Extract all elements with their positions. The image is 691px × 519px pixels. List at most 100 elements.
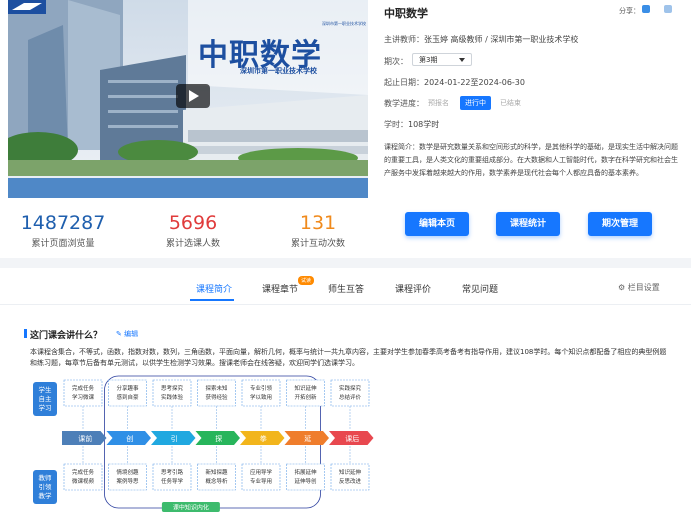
- tab-intro[interactable]: 课程简介: [196, 282, 232, 295]
- stage-label-1: 创: [126, 434, 133, 443]
- top-step-box-text: 实践体验: [161, 393, 184, 401]
- stage-label-6: 课后: [345, 434, 359, 443]
- student-label-text: 自主: [39, 394, 53, 403]
- term-select[interactable]: 第3期: [412, 53, 472, 66]
- top-step-box-text: 分享趣事: [116, 384, 139, 392]
- bottom-step-box: [63, 463, 103, 491]
- tab-faq[interactable]: 常见问题: [462, 282, 498, 295]
- top-step-box-text: 获得经验: [205, 393, 228, 401]
- term-manage-button[interactable]: 期次管理: [588, 212, 652, 236]
- stat-enrollments: 5696 累计选课人数: [153, 212, 233, 249]
- stage-label-3: 探: [215, 434, 222, 443]
- bottom-step-box-text: 拓展延伸: [294, 468, 317, 476]
- teacher-label-text: 教学: [39, 491, 53, 500]
- desc-key: 课程简介：: [384, 143, 419, 151]
- top-step-box-text: 专业引领: [250, 384, 273, 392]
- stat-page-views: 1487287 累计页面浏览量: [18, 212, 108, 249]
- teacher-row: 主讲教师：张玉婷 高级教师 / 深圳市第一职业技术学校: [384, 34, 578, 45]
- bottom-step-box: [197, 463, 236, 491]
- core-label-text: 课中知识内化: [173, 504, 209, 512]
- progress-in-progress: 进行中: [460, 96, 491, 110]
- bottom-step-box: [108, 463, 147, 491]
- top-step-box-text: 思考探究: [161, 384, 184, 392]
- teacher-label-text: 教师: [39, 473, 53, 482]
- column-settings-button[interactable]: ⚙ 栏目设置: [618, 282, 660, 293]
- tab-reviews[interactable]: 课程评价: [395, 282, 431, 295]
- share-weibo-icon[interactable]: [664, 5, 672, 13]
- stat-label: 累计页面浏览量: [31, 239, 95, 249]
- progress-ended: 已结束: [500, 99, 521, 107]
- stage-label-5: 延: [304, 434, 311, 443]
- share-qq-icon[interactable]: [642, 5, 650, 13]
- top-step-box-text: 知识延伸: [294, 384, 317, 392]
- teacher-value: 张玉婷 高级教师 / 深圳市第一职业技术学校: [424, 35, 579, 44]
- bottom-step-box: [152, 463, 192, 491]
- progress-key: 教学进度：: [384, 99, 424, 108]
- date-row: 起止日期：2024-01-22至2024-06-30: [384, 77, 525, 88]
- top-step-box: [286, 379, 325, 407]
- edit-icon: ✎: [116, 330, 125, 338]
- student-label-text: 学生: [39, 385, 53, 394]
- hours-key: 学时：: [384, 120, 408, 129]
- top-step-box: [108, 379, 147, 407]
- course-cover[interactable]: 中职数学 深圳市第一职业技术学校 深圳市第一职业技术学校: [8, 0, 368, 198]
- top-step-box: [330, 379, 370, 407]
- tab-chapters[interactable]: 课程章节: [262, 282, 298, 295]
- play-video-button[interactable]: [176, 84, 210, 108]
- bottom-step-box: [286, 463, 325, 491]
- share-label: 分享：: [619, 7, 640, 15]
- top-step-box: [63, 379, 103, 407]
- term-key: 期次：: [384, 57, 408, 66]
- course-title: 中职数学: [384, 7, 428, 20]
- section-title: 这门课会讲什么？: [23, 328, 102, 341]
- course-stats-button[interactable]: 课程统计: [496, 212, 560, 236]
- stat-value: 5696: [168, 212, 218, 234]
- teaching-flow-diagram: 学生自主学习教师引领教学完成任务学习微课分享趣事感到自豪思考探究实践体验探索未知…: [33, 375, 374, 512]
- desc-value: 数学是研究数量关系和空间形式的科学，是其他科学的基础，是现实生活中解决问题的重要…: [384, 143, 678, 177]
- bottom-step-box-text: 应用导学: [250, 468, 273, 476]
- trial-badge: 试读: [298, 276, 315, 285]
- hours-value: 108学时: [408, 120, 440, 129]
- top-step-box-text: 开拓创新: [294, 393, 317, 401]
- stat-value: 131: [299, 212, 337, 234]
- tab-qa[interactable]: 师生互答: [328, 282, 364, 295]
- gear-icon: ⚙: [618, 283, 628, 292]
- course-description: 课程简介：数学是研究数量关系和空间形式的科学，是其他科学的基础，是现实生活中解决…: [384, 141, 684, 180]
- cover-logo-text: 深圳市第一职业技术学校: [322, 21, 366, 26]
- stage-label-0: 课前: [78, 434, 92, 443]
- teacher-label-text: 引领: [39, 482, 53, 491]
- bottom-step-box: [330, 463, 370, 491]
- section-intro: 本课程含集合，不等式，函数，指数对数，数列，三角函数，平面向量，解析几何，概率与…: [30, 348, 667, 367]
- top-step-box: [197, 379, 236, 407]
- progress-pre-enroll: 预报名: [428, 99, 449, 107]
- bottom-step-box-text: 案例导思: [116, 477, 139, 485]
- stat-interactions: 131 累计互动次数: [278, 212, 358, 249]
- bottom-step-box-text: 思考引路: [161, 468, 184, 476]
- stat-label: 累计选课人数: [165, 239, 220, 249]
- stat-label: 累计互动次数: [290, 239, 345, 249]
- edit-section-button[interactable]: ✎ 编辑: [116, 329, 138, 339]
- date-key: 起止日期：: [384, 78, 424, 87]
- active-tab-underline: [190, 299, 234, 301]
- top-step-box-text: 学习微课: [72, 393, 95, 401]
- student-label-text: 学习: [39, 403, 52, 412]
- top-step-box: [152, 379, 192, 407]
- edit-page-button[interactable]: 编辑本页: [405, 212, 469, 236]
- bottom-step-box-text: 情境创趣: [116, 468, 139, 476]
- top-step-box: [241, 379, 281, 407]
- bottom-step-box: [241, 463, 281, 491]
- bottom-step-box-text: 延伸导创: [294, 477, 316, 485]
- cover-school-name: 深圳市第一职业技术学校: [240, 67, 317, 75]
- hours-row: 学时：108学时: [384, 119, 439, 130]
- top-step-box-text: 总结评价: [339, 393, 362, 401]
- bottom-step-box-text: 新知探趣: [205, 468, 228, 476]
- teacher-key: 主讲教师：: [384, 35, 424, 44]
- course-stats: 1487287 累计页面浏览量 5696 累计选课人数 131 累计互动次数: [8, 212, 368, 252]
- bottom-step-box-text: 概念导析: [205, 477, 228, 485]
- top-step-box-text: 学以致用: [250, 393, 272, 401]
- top-step-box-text: 实践探究: [339, 384, 362, 392]
- stage-label-4: 拳: [260, 434, 267, 443]
- bottom-step-box-text: 任务导学: [161, 477, 184, 485]
- top-step-box-text: 完成任务: [72, 384, 95, 392]
- tab-divider: [0, 304, 691, 305]
